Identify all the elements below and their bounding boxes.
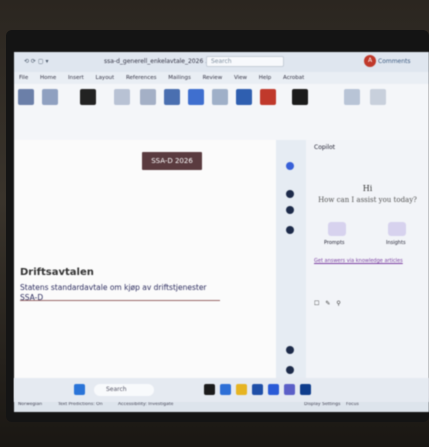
tab-help[interactable]: Help bbox=[254, 72, 277, 81]
font-color-icon[interactable] bbox=[80, 89, 96, 105]
tab-layout[interactable]: Layout bbox=[91, 72, 120, 81]
editor-pen-icon[interactable] bbox=[236, 89, 252, 105]
side-tool-column bbox=[276, 140, 306, 398]
tool-icon-3[interactable] bbox=[286, 226, 294, 234]
share-icon[interactable] bbox=[370, 89, 386, 105]
windows-taskbar: Search bbox=[14, 378, 429, 402]
tool-icon-4[interactable] bbox=[286, 346, 294, 354]
tab-references[interactable]: References bbox=[121, 72, 162, 81]
ribbon-tabs: File Home Insert Layout References Maili… bbox=[14, 72, 429, 84]
paragraph-icon[interactable] bbox=[114, 89, 130, 105]
avatar[interactable]: A bbox=[364, 55, 376, 67]
tab-file[interactable]: File bbox=[14, 72, 33, 81]
copilot-greeting: Hi bbox=[362, 184, 373, 193]
edge-icon[interactable] bbox=[220, 384, 231, 395]
copilot-side-icon[interactable] bbox=[286, 162, 294, 170]
status-display-settings[interactable]: Display Settings bbox=[304, 402, 340, 407]
prompts-label[interactable]: Prompts bbox=[324, 240, 345, 246]
tool-icon-5[interactable] bbox=[286, 366, 294, 374]
adobe-acrobat-icon[interactable] bbox=[292, 89, 308, 105]
copilot-header: Copilot bbox=[314, 144, 336, 151]
status-text-predictions[interactable]: Text Predictions: On bbox=[58, 402, 103, 407]
teams-icon[interactable] bbox=[284, 384, 295, 395]
copilot-icon[interactable] bbox=[344, 89, 360, 105]
search-input[interactable]: Search bbox=[206, 56, 284, 67]
knowledge-link[interactable]: Get answers via knowledge articles bbox=[314, 258, 403, 264]
tab-insert[interactable]: Insert bbox=[63, 72, 89, 81]
tab-home[interactable]: Home bbox=[35, 72, 61, 81]
tool-icon-2[interactable] bbox=[286, 206, 294, 214]
document-title: ssa-d_generell_enkelavtale_2026 ... bbox=[104, 58, 211, 65]
quick-access-toolbar[interactable]: ⟲ ⟳ ▢ ▾ bbox=[24, 58, 48, 65]
start-icon[interactable] bbox=[74, 384, 85, 395]
doc-title: Driftsavtalen bbox=[20, 267, 94, 278]
task-view-icon[interactable] bbox=[204, 384, 215, 395]
document-canvas[interactable]: SSA-D 2026 Driftsavtalen Statens standar… bbox=[14, 140, 276, 398]
tab-view[interactable]: View bbox=[229, 72, 252, 81]
outlook-icon[interactable] bbox=[252, 384, 263, 395]
word-icon[interactable] bbox=[268, 384, 279, 395]
ribbon: Clipboard Font Paragraph Styles Editing … bbox=[14, 84, 429, 165]
title-bar: ⟲ ⟳ ▢ ▾ ssa-d_generell_enkelavtale_2026 … bbox=[14, 52, 429, 72]
prompts-icon[interactable] bbox=[328, 222, 346, 236]
copilot-question: How can I assist you today? bbox=[318, 196, 417, 204]
taskbar-search[interactable]: Search bbox=[94, 384, 154, 396]
copilot-pane: Copilot Hi How can I assist you today? P… bbox=[306, 140, 429, 398]
doc-divider bbox=[20, 300, 220, 301]
insights-icon[interactable] bbox=[388, 222, 406, 236]
file-explorer-icon[interactable] bbox=[236, 384, 247, 395]
copilot-action-icons[interactable]: ☐✎⚲ bbox=[314, 300, 347, 307]
editing-search-icon[interactable] bbox=[164, 89, 180, 105]
status-language[interactable]: Norwegian bbox=[18, 402, 42, 407]
tab-review[interactable]: Review bbox=[198, 72, 228, 81]
insights-label[interactable]: Insights bbox=[386, 240, 406, 246]
status-accessibility[interactable]: Accessibility: Investigate bbox=[118, 402, 173, 407]
paste-icon[interactable] bbox=[18, 89, 34, 105]
styles-icon[interactable] bbox=[140, 89, 156, 105]
add-ins-icon[interactable] bbox=[260, 89, 276, 105]
format-painter-icon[interactable] bbox=[42, 89, 58, 105]
sensitivity-icon[interactable] bbox=[212, 89, 228, 105]
tab-mailings[interactable]: Mailings bbox=[163, 72, 196, 81]
comments-button[interactable]: Comments bbox=[378, 58, 411, 65]
tab-acrobat[interactable]: Acrobat bbox=[278, 72, 309, 81]
tool-icon-1[interactable] bbox=[286, 190, 294, 198]
app-icon[interactable] bbox=[300, 384, 311, 395]
dictate-mic-icon[interactable] bbox=[188, 89, 204, 105]
doc-badge: SSA-D 2026 bbox=[142, 152, 202, 170]
status-focus[interactable]: Focus bbox=[346, 402, 359, 407]
word-window: ⟲ ⟳ ▢ ▾ ssa-d_generell_enkelavtale_2026 … bbox=[14, 52, 429, 412]
